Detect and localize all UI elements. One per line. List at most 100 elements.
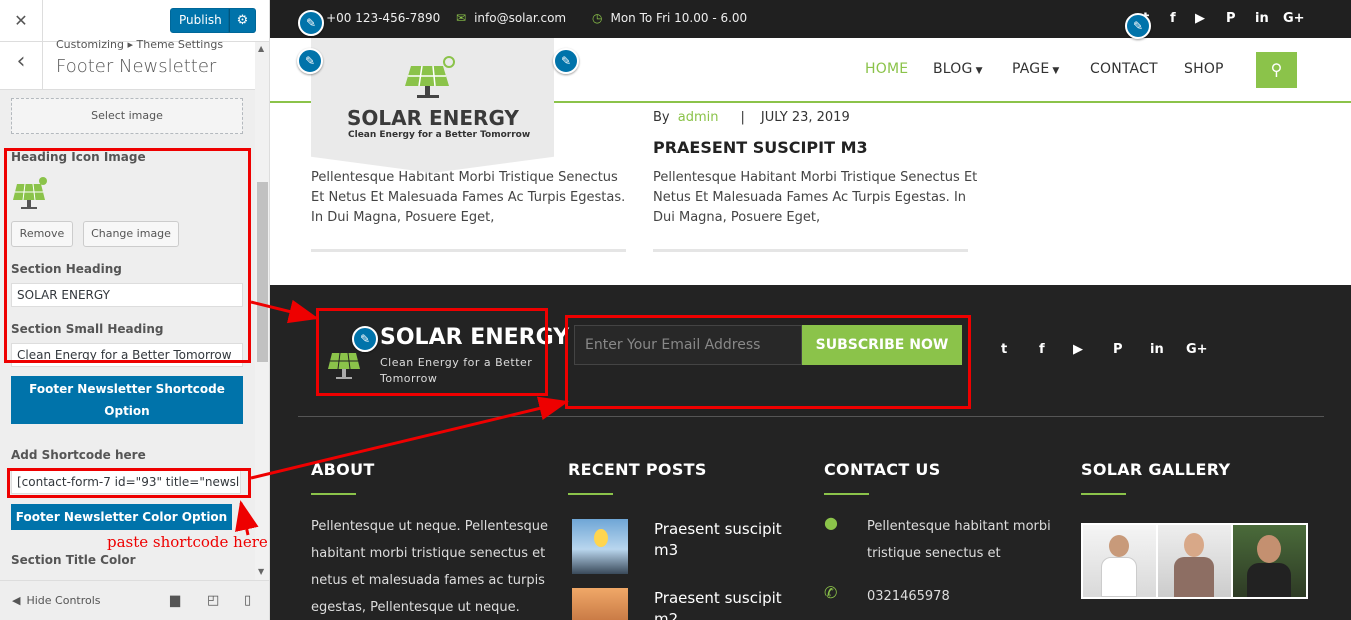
hide-controls-button[interactable]: ◀ Hide Controls <box>12 594 101 607</box>
solar-panel-icon <box>13 177 47 209</box>
hours-text: Mon To Fri 10.00 - 6.00 <box>610 11 748 25</box>
hide-controls-label: Hide Controls <box>26 594 101 607</box>
heading-underline <box>568 493 613 495</box>
newsletter-title: SOLAR ENERGY <box>380 325 570 350</box>
recent-post-title[interactable]: Praesent suscipit m3 <box>654 519 794 561</box>
post-divider <box>311 249 626 252</box>
topbar-email[interactable]: ✉ info@solar.com <box>456 11 566 25</box>
twitter-icon[interactable]: t <box>1001 342 1007 357</box>
lightbulb-icon <box>594 529 608 547</box>
meta-separator: | <box>740 110 745 125</box>
site-preview: ✆+00 123-456-7890 ✉info@solar.com ◷Mon T… <box>270 0 1351 620</box>
change-image-button[interactable]: Change image <box>83 221 179 247</box>
close-customizer-button[interactable]: ✕ <box>0 0 43 42</box>
nav-contact[interactable]: CONTACT <box>1090 61 1158 77</box>
scroll-up-icon[interactable]: ▲ <box>258 44 264 53</box>
edit-shortcut-pencil-icon[interactable]: ✎ <box>297 48 323 74</box>
site-logo[interactable]: SOLAR ENERGY Clean Energy for a Better T… <box>311 38 554 173</box>
edit-shortcut-pencil-icon[interactable]: ✎ <box>1125 13 1151 39</box>
heading-underline <box>1081 493 1126 495</box>
select-image-button[interactable]: Select image <box>11 98 243 134</box>
add-shortcode-label: Add Shortcode here <box>11 448 146 462</box>
googleplus-icon[interactable]: G+ <box>1283 11 1305 26</box>
solar-gallery <box>1081 523 1308 599</box>
post-by: By <box>653 110 670 125</box>
gear-icon: ⚙ <box>236 13 249 28</box>
chevron-left-icon: ‹ <box>16 49 26 74</box>
edit-shortcut-pencil-icon[interactable]: ✎ <box>352 326 378 352</box>
nav-home[interactable]: HOME <box>865 61 908 77</box>
facebook-icon[interactable]: f <box>1039 342 1045 357</box>
shortcode-option-button[interactable]: Footer Newsletter Shortcode Option <box>11 376 243 424</box>
tablet-preview-icon[interactable]: ◰ <box>207 593 219 608</box>
section-title-color-label: Section Title Color <box>11 553 136 567</box>
back-button[interactable]: ‹ <box>0 42 43 90</box>
topbar-hours: ◷ Mon To Fri 10.00 - 6.00 <box>592 11 747 25</box>
publish-settings-button[interactable]: ⚙ <box>229 8 256 33</box>
desktop-preview-icon[interactable]: ▆ <box>170 593 180 608</box>
contact-address: Pellentesque habitant morbi tristique se… <box>867 519 1051 561</box>
person-body <box>1174 557 1214 597</box>
recent-post-thumbnail[interactable] <box>572 519 628 574</box>
linkedin-icon[interactable]: in <box>1255 11 1269 26</box>
recent-post-title[interactable]: Praesent suscipit m2 <box>654 588 794 620</box>
gallery-image[interactable] <box>1083 525 1156 597</box>
recent-post-thumbnail[interactable] <box>572 588 628 620</box>
person-body <box>1101 557 1137 597</box>
nav-page[interactable]: PAGE ▼ <box>1012 61 1060 77</box>
section-title-bar: ‹ Customizing ▸ Theme Settings Footer Ne… <box>0 38 255 90</box>
pinterest-icon[interactable]: P <box>1113 342 1123 357</box>
logo-title: SOLAR ENERGY <box>347 106 519 130</box>
search-button[interactable]: ⚲ <box>1256 52 1297 88</box>
scrollbar-thumb[interactable] <box>257 182 268 362</box>
color-option-button[interactable]: Footer Newsletter Color Option <box>11 504 232 530</box>
newsletter-email-input[interactable]: Enter Your Email Address <box>574 325 802 365</box>
gallery-image[interactable] <box>1158 525 1231 597</box>
section-heading-label: Section Heading <box>11 262 122 276</box>
nav-blog[interactable]: BLOG ▼ <box>933 61 983 77</box>
gallery-image[interactable] <box>1233 525 1306 597</box>
recent-posts-heading: RECENT POSTS <box>568 460 707 479</box>
facebook-icon[interactable]: f <box>1170 11 1176 26</box>
about-heading: ABOUT <box>311 460 375 479</box>
youtube-icon[interactable]: ▶ <box>1073 342 1083 357</box>
phone-text: +00 123-456-7890 <box>326 11 441 25</box>
edit-shortcut-pencil-icon[interactable]: ✎ <box>298 10 324 36</box>
map-marker-icon: ● <box>824 513 838 532</box>
subscribe-button[interactable]: SUBSCRIBE NOW <box>802 325 962 365</box>
post-title[interactable]: PRAESENT SUSCIPIT M3 <box>653 138 868 157</box>
section-small-heading-label: Section Small Heading <box>11 322 164 336</box>
caret-down-icon: ▼ <box>1049 66 1060 76</box>
email-text: info@solar.com <box>474 11 567 25</box>
post-author[interactable]: admin <box>678 110 719 125</box>
search-icon: ⚲ <box>1270 60 1283 79</box>
person-icon <box>1109 535 1129 557</box>
contact-phone: 0321465978 <box>867 589 950 604</box>
person-body <box>1247 563 1291 597</box>
logo-tagline: Clean Energy for a Better Tomorrow <box>348 130 531 140</box>
contact-heading: CONTACT US <box>824 460 941 479</box>
topbar-phone: ✆+00 123-456-7890 <box>308 11 440 25</box>
section-title: Footer Newsletter <box>56 56 217 77</box>
edit-shortcut-pencil-icon[interactable]: ✎ <box>553 48 579 74</box>
linkedin-icon[interactable]: in <box>1150 342 1164 357</box>
pinterest-icon[interactable]: P <box>1226 11 1236 26</box>
person-icon <box>1184 533 1204 557</box>
sidebar-scrollbar[interactable]: ▲ ▼ <box>255 42 269 580</box>
envelope-icon: ✉ <box>456 11 467 25</box>
shortcode-input[interactable]: [contact-form-7 id="93" title="newslett <box>11 470 241 494</box>
top-bar: ✆+00 123-456-7890 ✉ info@solar.com ◷ Mon T… <box>270 0 1351 38</box>
publish-button[interactable]: Publish <box>170 8 229 33</box>
section-small-heading-input[interactable]: Clean Energy for a Better Tomorrow <box>11 343 243 367</box>
person-icon <box>1257 535 1281 563</box>
annotation-note: paste shortcode here <box>107 533 268 551</box>
remove-image-button[interactable]: Remove <box>11 221 73 247</box>
phone-icon: ✆ <box>824 583 838 602</box>
scroll-down-icon[interactable]: ▼ <box>258 567 264 576</box>
youtube-icon[interactable]: ▶ <box>1195 11 1205 26</box>
mobile-preview-icon[interactable]: ▯ <box>244 593 251 608</box>
nav-shop[interactable]: SHOP <box>1184 61 1224 77</box>
googleplus-icon[interactable]: G+ <box>1186 342 1208 357</box>
section-heading-input[interactable]: SOLAR ENERGY <box>11 283 243 307</box>
gallery-heading: SOLAR GALLERY <box>1081 460 1231 479</box>
